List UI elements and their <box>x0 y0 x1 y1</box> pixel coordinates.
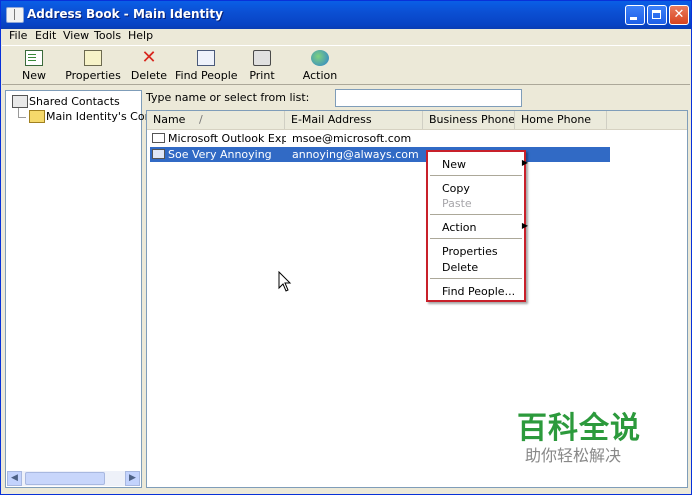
delete-icon: ✕ <box>141 47 157 68</box>
toolbar: New Properties ✕ Delete Find People Prin… <box>2 45 690 85</box>
print-icon <box>253 50 271 66</box>
print-button[interactable]: Print <box>244 48 280 84</box>
watermark-subtitle: 助你轻松解决 <box>525 446 622 465</box>
search-input[interactable] <box>335 89 522 107</box>
action-icon <box>311 50 329 66</box>
mouse-pointer-icon <box>278 271 292 292</box>
context-menu-paste: Paste <box>442 197 472 210</box>
contact-name: Soe Very Annoying <box>168 148 272 161</box>
action-button[interactable]: Action <box>298 48 342 84</box>
new-contact-icon <box>25 50 43 66</box>
minimize-icon <box>630 17 637 20</box>
contact-card-icon <box>152 149 165 159</box>
action-button-label: Action <box>302 69 338 82</box>
properties-icon <box>84 50 102 66</box>
properties-button[interactable]: Properties <box>64 48 122 84</box>
menu-file[interactable]: File <box>9 29 27 42</box>
column-header-name[interactable]: Name / <box>147 111 285 129</box>
shared-contacts-icon <box>12 95 28 108</box>
close-icon: ✕ <box>673 7 685 22</box>
menu-separator <box>430 214 522 215</box>
delete-button[interactable]: ✕ Delete <box>129 48 169 84</box>
find-people-button[interactable]: Find People <box>175 48 238 84</box>
menu-help[interactable]: Help <box>128 29 153 42</box>
contact-email: msoe@microsoft.com <box>292 132 412 145</box>
find-people-button-label: Find People <box>175 69 238 82</box>
folder-icon <box>29 110 45 123</box>
close-button[interactable]: ✕ <box>669 5 689 25</box>
context-menu-delete[interactable]: Delete <box>442 261 522 274</box>
column-header-business-phone[interactable]: Business Phone <box>423 111 515 129</box>
menu-separator <box>430 175 522 176</box>
column-headers: Name / E-Mail Address Business Phone Hom… <box>147 111 687 130</box>
column-header-home-phone[interactable]: Home Phone <box>515 111 607 129</box>
menu-edit[interactable]: Edit <box>35 29 56 42</box>
search-label: Type name or select from list: <box>146 91 310 104</box>
context-menu: New ▶ Copy Paste Action ▶ Properties Del… <box>426 150 528 302</box>
tree-horizontal-scrollbar[interactable]: ◀ ▶ <box>7 471 140 486</box>
maximize-button[interactable] <box>647 5 667 25</box>
address-book-window: Address Book - Main Identity ✕ File Edit… <box>0 0 692 495</box>
contact-email: annoying@always.com <box>292 148 419 161</box>
menu-bar: File Edit View Tools Help <box>2 28 690 44</box>
sort-ascending-icon: / <box>199 113 203 126</box>
column-header-email[interactable]: E-Mail Address <box>285 111 423 129</box>
properties-button-label: Properties <box>65 69 121 82</box>
delete-button-label: Delete <box>130 69 168 82</box>
tree-line <box>18 117 26 118</box>
context-menu-find-people[interactable]: Find People... <box>442 285 522 298</box>
table-row[interactable]: Microsoft Outlook Expr... msoe@microsoft… <box>150 131 610 146</box>
table-row-selected[interactable]: Soe Very Annoying annoying@always.com <box>150 147 610 162</box>
address-book-icon <box>6 7 24 23</box>
new-button[interactable]: New <box>14 48 54 84</box>
title-bar[interactable]: Address Book - Main Identity ✕ <box>1 1 691 29</box>
tree-item-shared-contacts[interactable]: Shared Contacts <box>12 95 120 109</box>
context-menu-copy[interactable]: Copy <box>442 182 522 195</box>
context-menu-properties[interactable]: Properties <box>442 245 522 258</box>
context-menu-new[interactable]: New ▶ <box>442 158 528 171</box>
print-button-label: Print <box>249 69 275 82</box>
scroll-left-icon[interactable]: ◀ <box>7 471 22 486</box>
context-menu-action[interactable]: Action ▶ <box>442 221 528 234</box>
find-people-icon <box>197 50 215 66</box>
maximize-icon <box>652 10 661 19</box>
scrollbar-thumb[interactable] <box>25 472 105 485</box>
tree-item-label: Shared Contacts <box>29 95 120 108</box>
menu-separator <box>430 278 522 279</box>
scroll-right-icon[interactable]: ▶ <box>125 471 140 486</box>
menu-view[interactable]: View <box>63 29 89 42</box>
submenu-arrow-icon: ▶ <box>521 221 528 230</box>
watermark-title: 百科全说 <box>517 411 641 446</box>
window-title: Address Book - Main Identity <box>27 7 223 21</box>
submenu-arrow-icon: ▶ <box>521 158 528 167</box>
menu-separator <box>430 238 522 239</box>
minimize-button[interactable] <box>625 5 645 25</box>
menu-tools[interactable]: Tools <box>94 29 121 42</box>
contact-card-icon <box>152 133 165 143</box>
folder-tree[interactable]: Shared Contacts Main Identity's Conta ◀ … <box>5 90 163 488</box>
contact-name: Microsoft Outlook Expr... <box>168 132 286 145</box>
new-button-label: New <box>22 69 46 82</box>
